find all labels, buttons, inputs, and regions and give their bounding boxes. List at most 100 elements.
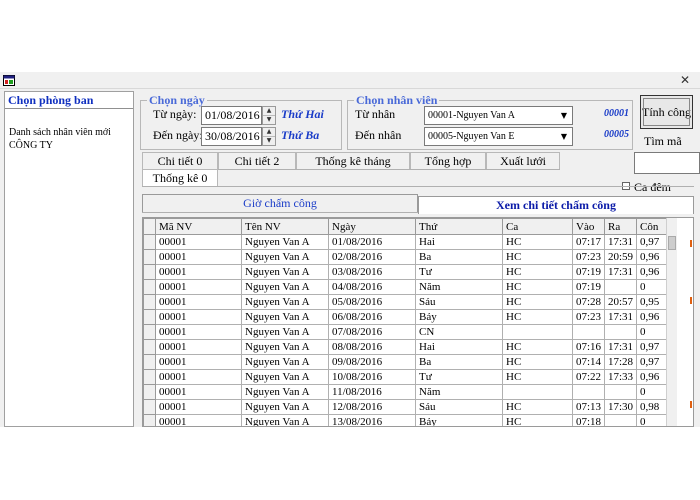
search-input[interactable] bbox=[634, 152, 700, 174]
cell-date[interactable]: 09/08/2016 bbox=[328, 354, 416, 370]
cell-in[interactable] bbox=[572, 324, 605, 340]
cell-in[interactable]: 07:16 bbox=[572, 339, 605, 355]
cell-work[interactable]: 0,97 bbox=[636, 354, 669, 370]
row-selector[interactable] bbox=[143, 354, 156, 370]
cell-employee-id[interactable]: 00001 bbox=[155, 339, 242, 355]
cell-in[interactable]: 07:17 bbox=[572, 234, 605, 250]
table-row[interactable]: 00001 Nguyen Van A 08/08/2016 Hai HC 07:16 17:… bbox=[143, 339, 669, 355]
cell-out[interactable]: 17:31 bbox=[604, 234, 637, 250]
row-selector[interactable] bbox=[143, 264, 156, 280]
cell-weekday[interactable]: Sáu bbox=[415, 294, 503, 310]
chevron-down-icon[interactable]: ▼ bbox=[558, 128, 570, 145]
cell-date[interactable]: 04/08/2016 bbox=[328, 279, 416, 295]
cell-work[interactable]: 0,95 bbox=[636, 294, 669, 310]
cell-weekday[interactable]: Sáu bbox=[415, 399, 503, 415]
col-header-out[interactable]: Ra bbox=[604, 218, 637, 235]
cell-in[interactable]: 07:14 bbox=[572, 354, 605, 370]
spin-down-icon[interactable]: ▼ bbox=[263, 136, 275, 144]
cell-in[interactable]: 07:13 bbox=[572, 399, 605, 415]
table-row[interactable]: 00001 Nguyen Van A 13/08/2016 Bảy HC 07:18 0 bbox=[143, 414, 669, 426]
cell-employee-name[interactable]: Nguyen Van A bbox=[241, 279, 329, 295]
cell-employee-id[interactable]: 00001 bbox=[155, 324, 242, 340]
night-shift-checkbox[interactable]: Ca đêm bbox=[622, 180, 671, 195]
cell-shift[interactable]: HC bbox=[502, 339, 573, 355]
cell-employee-name[interactable]: Nguyen Van A bbox=[241, 339, 329, 355]
cell-out[interactable]: 17:31 bbox=[604, 339, 637, 355]
cell-weekday[interactable]: CN bbox=[415, 324, 503, 340]
row-selector[interactable] bbox=[143, 324, 156, 340]
cell-employee-id[interactable]: 00001 bbox=[155, 399, 242, 415]
spin-down-icon[interactable]: ▼ bbox=[263, 115, 275, 123]
row-selector[interactable] bbox=[143, 294, 156, 310]
cell-employee-name[interactable]: Nguyen Van A bbox=[241, 294, 329, 310]
cell-employee-name[interactable]: Nguyen Van A bbox=[241, 369, 329, 385]
tab-summary[interactable]: Tổng hợp bbox=[410, 152, 486, 169]
cell-shift[interactable]: HC bbox=[502, 249, 573, 265]
cell-date[interactable]: 13/08/2016 bbox=[328, 414, 416, 426]
cell-employee-id[interactable]: 00001 bbox=[155, 294, 242, 310]
cell-employee-id[interactable]: 00001 bbox=[155, 309, 242, 325]
to-date-input[interactable]: 30/08/2016 bbox=[201, 127, 262, 146]
from-employee-select[interactable]: 00001-Nguyen Van A ▼ bbox=[424, 106, 573, 125]
row-selector[interactable] bbox=[143, 339, 156, 355]
tab-monthly-stats[interactable]: Thống kê tháng bbox=[296, 152, 410, 169]
table-row[interactable]: 00001 Nguyen Van A 12/08/2016 Sáu HC 07:13 17:… bbox=[143, 399, 669, 415]
cell-date[interactable]: 08/08/2016 bbox=[328, 339, 416, 355]
table-row[interactable]: 00001 Nguyen Van A 11/08/2016 Năm 0 bbox=[143, 384, 669, 400]
cell-work[interactable]: 0 bbox=[636, 324, 669, 340]
cell-date[interactable]: 12/08/2016 bbox=[328, 399, 416, 415]
cell-weekday[interactable]: Tư bbox=[415, 369, 503, 385]
tab-detail-2[interactable]: Chi tiết 2 bbox=[218, 152, 296, 169]
close-icon[interactable]: ✕ bbox=[678, 73, 692, 87]
cell-shift[interactable]: HC bbox=[502, 399, 573, 415]
cell-weekday[interactable]: Tư bbox=[415, 264, 503, 280]
chevron-down-icon[interactable]: ▼ bbox=[558, 107, 570, 124]
cell-employee-name[interactable]: Nguyen Van A bbox=[241, 249, 329, 265]
spin-up-icon[interactable]: ▲ bbox=[263, 128, 275, 136]
tab-attendance-times[interactable]: Giờ chấm công bbox=[142, 194, 418, 212]
cell-employee-name[interactable]: Nguyen Van A bbox=[241, 309, 329, 325]
to-employee-select[interactable]: 00005-Nguyen Van E ▼ bbox=[424, 127, 573, 146]
col-header-work[interactable]: Côn bbox=[636, 218, 669, 235]
cell-employee-id[interactable]: 00001 bbox=[155, 264, 242, 280]
cell-work[interactable]: 0,96 bbox=[636, 309, 669, 325]
cell-in[interactable]: 07:23 bbox=[572, 309, 605, 325]
col-header-employee-id[interactable]: Mã NV bbox=[155, 218, 242, 235]
table-row[interactable]: 00001 Nguyen Van A 07/08/2016 CN 0 bbox=[143, 324, 669, 340]
col-header-shift[interactable]: Ca bbox=[502, 218, 573, 235]
cell-date[interactable]: 06/08/2016 bbox=[328, 309, 416, 325]
calculate-button[interactable]: Tính công bbox=[640, 95, 693, 129]
cell-weekday[interactable]: Hai bbox=[415, 339, 503, 355]
cell-out[interactable] bbox=[604, 384, 637, 400]
tab-detail-0[interactable]: Chi tiết 0 bbox=[142, 152, 218, 169]
cell-weekday[interactable]: Bảy bbox=[415, 309, 503, 325]
department-item-company[interactable]: CÔNG TY bbox=[9, 139, 111, 152]
cell-out[interactable]: 17:31 bbox=[604, 264, 637, 280]
cell-shift[interactable]: HC bbox=[502, 294, 573, 310]
cell-employee-name[interactable]: Nguyen Van A bbox=[241, 354, 329, 370]
cell-employee-name[interactable]: Nguyen Van A bbox=[241, 399, 329, 415]
cell-in[interactable]: 07:28 bbox=[572, 294, 605, 310]
cell-shift[interactable] bbox=[502, 324, 573, 340]
cell-employee-id[interactable]: 00001 bbox=[155, 234, 242, 250]
cell-weekday[interactable]: Bảy bbox=[415, 414, 503, 426]
spin-up-icon[interactable]: ▲ bbox=[263, 107, 275, 115]
row-selector[interactable] bbox=[143, 249, 156, 265]
cell-work[interactable]: 0 bbox=[636, 414, 669, 426]
tab-export-grid[interactable]: Xuất lưới bbox=[486, 152, 560, 169]
cell-shift[interactable]: HC bbox=[502, 234, 573, 250]
cell-out[interactable]: 17:28 bbox=[604, 354, 637, 370]
cell-employee-id[interactable]: 00001 bbox=[155, 354, 242, 370]
row-selector[interactable] bbox=[143, 384, 156, 400]
cell-date[interactable]: 02/08/2016 bbox=[328, 249, 416, 265]
cell-in[interactable]: 07:22 bbox=[572, 369, 605, 385]
cell-in[interactable]: 07:18 bbox=[572, 414, 605, 426]
department-item-new-employees[interactable]: Danh sách nhân viên mới bbox=[9, 126, 111, 139]
cell-shift[interactable]: HC bbox=[502, 369, 573, 385]
cell-shift[interactable]: HC bbox=[502, 309, 573, 325]
cell-shift[interactable]: HC bbox=[502, 279, 573, 295]
cell-out[interactable] bbox=[604, 414, 637, 426]
cell-weekday[interactable]: Ba bbox=[415, 354, 503, 370]
scroll-thumb[interactable] bbox=[668, 236, 676, 250]
cell-out[interactable] bbox=[604, 324, 637, 340]
